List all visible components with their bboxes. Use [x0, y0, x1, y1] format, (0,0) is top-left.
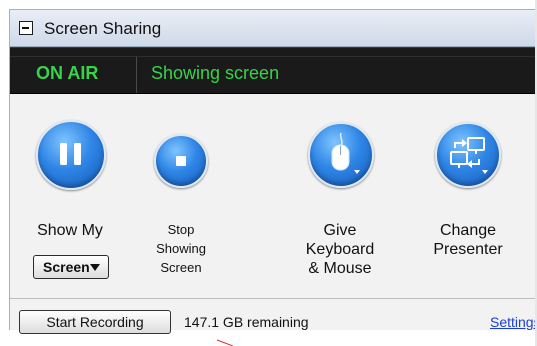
give-keyboard-line2: Keyboard — [305, 241, 375, 258]
show-my-label: Show My — [37, 222, 103, 239]
change-presenter-button[interactable] — [435, 122, 501, 188]
change-presenter-icon — [450, 137, 488, 174]
panel-title: Screen Sharing — [44, 19, 162, 38]
share-source-dropdown[interactable]: Screen — [33, 255, 109, 279]
chevron-down-icon — [90, 264, 100, 271]
pause-icon — [60, 143, 81, 165]
change-presenter-line1: Change — [439, 222, 497, 239]
screen-sharing-panel: Screen Sharing ON AIR Showing screen Sho… — [9, 9, 537, 334]
on-air-status-bar: ON AIR Showing screen — [10, 47, 537, 94]
stop-icon — [176, 156, 186, 166]
footer-divider — [10, 298, 537, 299]
give-keyboard-line1: Give — [323, 222, 357, 239]
stop-sharing-button[interactable] — [154, 134, 208, 188]
share-source-value: Screen — [43, 259, 90, 275]
change-presenter-line2: Presenter — [433, 241, 503, 258]
start-recording-button[interactable]: Start Recording — [19, 310, 171, 334]
panel-title-bar: Screen Sharing — [10, 10, 537, 47]
mouse-icon — [331, 132, 360, 174]
stop-label-line3: Screen — [160, 260, 202, 275]
settings-link[interactable]: Settings — [490, 314, 537, 330]
status-bar-divider — [10, 56, 537, 57]
sharing-status-text: Showing screen — [151, 63, 280, 83]
storage-remaining-text: 147.1 GB remaining — [184, 314, 309, 330]
collapse-icon[interactable] — [19, 21, 33, 35]
give-keyboard-mouse-button[interactable] — [308, 122, 374, 188]
stop-label-line1: Stop — [167, 222, 195, 237]
give-keyboard-line3: & Mouse — [308, 260, 372, 277]
stop-label-line2: Showing — [156, 241, 206, 256]
on-air-badge: ON AIR — [36, 63, 99, 83]
pause-sharing-button[interactable] — [36, 120, 106, 190]
status-separator — [136, 57, 137, 93]
